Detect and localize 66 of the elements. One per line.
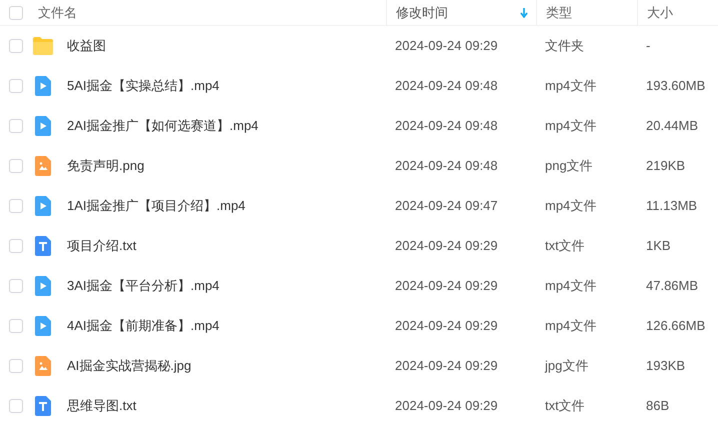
- file-name[interactable]: 项目介绍.txt: [67, 236, 136, 256]
- checkbox[interactable]: [9, 159, 23, 173]
- file-size: 193.60MB: [646, 78, 706, 94]
- file-name[interactable]: 3AI掘金【平台分析】.mp4: [67, 276, 220, 296]
- file-type: mp4文件: [545, 118, 596, 134]
- checkbox[interactable]: [9, 399, 23, 413]
- checkbox[interactable]: [9, 6, 23, 20]
- file-name[interactable]: 收益图: [67, 36, 106, 56]
- modified-time: 2024-09-24 09:48: [395, 78, 498, 94]
- modified-time: 2024-09-24 09:48: [395, 118, 498, 134]
- file-name[interactable]: AI掘金实战营揭秘.jpg: [67, 356, 192, 376]
- column-header[interactable]: 大小: [647, 2, 710, 22]
- modified-time: 2024-09-24 09:29: [395, 278, 498, 294]
- file-size: 20.44MB: [646, 118, 698, 134]
- video-file-icon: [35, 276, 51, 296]
- file-size: 193KB: [646, 358, 686, 374]
- file-name[interactable]: 1AI掘金推广【项目介绍】.mp4: [67, 196, 246, 216]
- file-name[interactable]: 5AI掘金【实操总结】.mp4: [67, 76, 220, 96]
- modified-time: 2024-09-24 09:29: [395, 398, 498, 414]
- image-file-icon: [35, 156, 51, 176]
- column-header[interactable]: 文件名: [38, 2, 77, 22]
- video-file-icon: [35, 196, 51, 216]
- folder-icon: [33, 37, 53, 55]
- modified-time: 2024-09-24 09:48: [395, 158, 498, 174]
- text-file-icon: [35, 396, 51, 416]
- file-size: 86B: [646, 398, 670, 414]
- modified-time: 2024-09-24 09:29: [395, 358, 498, 374]
- modified-time: 2024-09-24 09:29: [395, 38, 498, 54]
- file-name[interactable]: 思维导图.txt: [67, 396, 136, 416]
- video-file-icon: [35, 116, 51, 136]
- file-name[interactable]: 免责声明.png: [67, 156, 144, 176]
- file-type: mp4文件: [545, 318, 596, 334]
- file-type: mp4文件: [545, 278, 596, 294]
- file-name[interactable]: 4AI掘金【前期准备】.mp4: [67, 316, 220, 336]
- file-type: mp4文件: [545, 198, 596, 214]
- checkbox[interactable]: [9, 359, 23, 373]
- checkbox[interactable]: [9, 199, 23, 213]
- sort-arrow-icon[interactable]: [520, 8, 528, 18]
- file-type: png文件: [545, 158, 593, 174]
- file-size: 47.86MB: [646, 278, 698, 294]
- file-size: 219KB: [646, 158, 686, 174]
- checkbox[interactable]: [9, 119, 23, 133]
- file-size: 11.13MB: [646, 198, 698, 214]
- video-file-icon: [35, 316, 51, 336]
- file-type: txt文件: [545, 398, 585, 414]
- file-type: mp4文件: [545, 78, 596, 94]
- file-size: -: [646, 38, 650, 54]
- file-type: jpg文件: [545, 358, 588, 374]
- image-file-icon: [35, 356, 51, 376]
- file-name[interactable]: 2AI掘金推广【如何选赛道】.mp4: [67, 116, 258, 136]
- video-file-icon: [35, 76, 51, 96]
- checkbox[interactable]: [9, 319, 23, 333]
- modified-time: 2024-09-24 09:47: [395, 198, 498, 214]
- file-size: 126.66MB: [646, 318, 706, 334]
- file-type: 文件夹: [545, 38, 584, 54]
- column-header[interactable]: 类型: [546, 2, 629, 22]
- file-size: 1KB: [646, 238, 671, 254]
- checkbox[interactable]: [9, 39, 23, 53]
- modified-time: 2024-09-24 09:29: [395, 318, 498, 334]
- text-file-icon: [35, 236, 51, 256]
- column-header[interactable]: 修改时间: [396, 2, 528, 22]
- checkbox[interactable]: [9, 279, 23, 293]
- checkbox[interactable]: [9, 79, 23, 93]
- checkbox[interactable]: [9, 239, 23, 253]
- modified-time: 2024-09-24 09:29: [395, 238, 498, 254]
- file-type: txt文件: [545, 238, 585, 254]
